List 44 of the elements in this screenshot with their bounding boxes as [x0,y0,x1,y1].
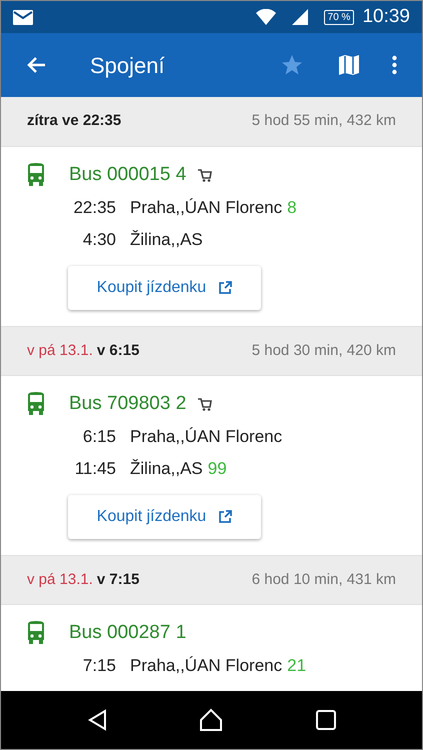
screen-title: Spojení [90,52,165,80]
duration-distance-label: 6 hod 10 min, 431 km [252,570,396,590]
departure-time-label: zítra ve 22:35 [27,111,122,132]
signal-icon [292,9,308,25]
wifi-icon [256,9,276,25]
duration-distance-label: 5 hod 30 min, 420 km [252,340,396,361]
external-link-icon [218,510,232,524]
battery-indicator: 70 % [324,10,354,24]
stop-time: 11:45 [74,458,116,480]
home-icon[interactable] [199,708,224,732]
back-arrow-icon[interactable] [26,56,46,74]
buy-ticket-button[interactable]: Koupit jízdenku [68,495,261,539]
stop-time: 6:15 [82,426,116,448]
line-name: Bus 000287 1 [69,620,186,645]
station-name: Praha,,ÚAN Florenc [130,655,282,677]
departure-time-label: v 6:15 [96,340,140,361]
more-icon[interactable] [392,55,397,75]
buy-ticket-button[interactable]: Koupit jízdenku [68,266,261,310]
map-icon[interactable] [338,54,360,76]
platform-number: 8 [287,197,297,219]
line-name: Bus 000015 4 [69,162,186,187]
clock: 10:39 [362,4,410,29]
duration-distance-label: 5 hod 55 min, 432 km [252,111,396,132]
stop-time: 4:30 [82,228,116,250]
stop-time: 22:35 [72,197,116,219]
stop-time: 7:15 [82,655,116,677]
departure-time-label: v 7:15 [96,570,140,590]
platform-number: 99 [208,458,227,480]
station-name: Praha,,ÚAN Florenc [130,426,282,448]
date-label: v pá 13.1. [27,570,93,590]
line-name: Bus 709803 2 [69,392,186,416]
recents-icon[interactable] [316,710,336,730]
external-link-icon [218,281,232,295]
star-icon[interactable] [280,53,304,77]
date-label: v pá 13.1. [27,340,93,361]
back-icon[interactable] [87,709,108,731]
station-name: Praha,,ÚAN Florenc [130,197,282,219]
bus-icon [25,163,47,187]
station-name: Žilina,,AS [130,228,203,250]
platform-number: 21 [287,655,306,677]
bus-icon [25,392,47,416]
mail-icon [13,10,33,24]
bus-icon [25,621,47,645]
station-name: Žilina,,AS [130,458,203,480]
